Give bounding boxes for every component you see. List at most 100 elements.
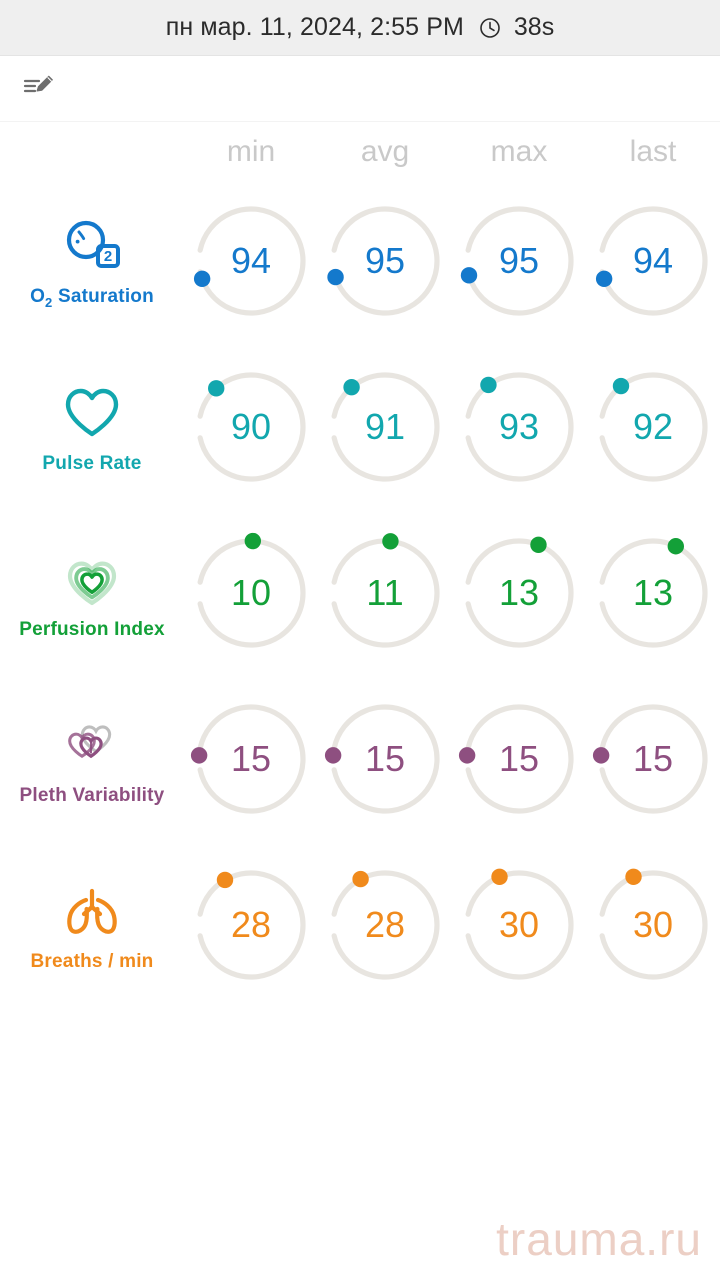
gauge-cell-avg[interactable]: 28 [318,862,452,988]
column-header-label: max [490,135,548,168]
gauge-value: 94 [230,240,272,281]
gauge-dial: 10 [188,530,314,656]
gauge-dial: 90 [188,364,314,490]
gauge-dial: 30 [590,862,716,988]
gauge-dial: 28 [188,862,314,988]
gauge-value: 30 [498,904,540,945]
gauge-cell-avg[interactable]: 15 [318,696,452,822]
gauge-dial: 15 [456,696,582,822]
column-header-max: max [452,135,586,169]
gauge-dial: 15 [590,696,716,822]
metric-label-perfusion-index[interactable]: Perfusion Index [0,518,184,668]
metric-name: Perfusion Index [19,619,165,640]
gauge-cell-min[interactable]: 94 [184,198,318,324]
gauge-cell-min[interactable]: 90 [184,364,318,490]
gauge-value: 95 [498,240,540,281]
gauge-value: 28 [364,904,406,945]
clock-icon [478,16,502,40]
metric-row: Breaths / min 28 28 30 30 [0,842,720,1008]
gauge-dial: 92 [590,364,716,490]
gauge-cell-max[interactable]: 95 [452,198,586,324]
gauge-value: 95 [364,240,406,281]
gauge-cell-min[interactable]: 15 [184,696,318,822]
heart-outline-icon [60,379,124,443]
gauge-cell-avg[interactable]: 11 [318,530,452,656]
gauge-value: 11 [366,572,404,613]
gauge-cell-last[interactable]: 15 [586,696,720,822]
gauge-value: 15 [632,738,674,779]
gauge-value: 13 [498,572,540,613]
oxygen-bubble-icon: 2 [60,212,124,276]
gauge-value: 28 [230,904,272,945]
toolbar [0,56,720,122]
metric-label-pulse-rate[interactable]: Pulse Rate [0,352,184,502]
gauge-dial: 28 [322,862,448,988]
gauge-cell-last[interactable]: 94 [586,198,720,324]
gauge-dial: 30 [456,862,582,988]
column-header-label: min [226,135,276,168]
gauge-value: 30 [632,904,674,945]
gauge-value: 90 [230,406,272,447]
metric-name: Pleth Variability [19,785,165,806]
metric-name: Pulse Rate [42,453,142,474]
lungs-icon [60,877,124,941]
metric-label-o2-saturation[interactable]: 2 O2 Saturation [0,186,184,336]
gauge-value: 15 [498,738,540,779]
gauge-dial: 94 [590,198,716,324]
metric-label-pleth-variability[interactable]: Pleth Variability [0,684,184,834]
edit-annotate-button[interactable] [16,68,62,110]
edit-annotate-icon [22,71,56,106]
gauge-dial: 13 [590,530,716,656]
metric-row: 2 O2 Saturation 94 95 95 94 [0,178,720,344]
gauge-dial: 95 [456,198,582,324]
gauge-cell-last[interactable]: 30 [586,862,720,988]
svg-text:2: 2 [104,248,112,265]
site-watermark: trauma.ru [496,1213,702,1265]
gauge-dial: 91 [322,364,448,490]
gauge-value: 92 [632,406,674,447]
gauge-cell-min[interactable]: 10 [184,530,318,656]
gauge-value: 94 [632,240,674,281]
metric-row: Perfusion Index 10 11 13 13 [0,510,720,676]
header-elapsed-seconds: 38s [513,13,555,41]
metric-name: O2 Saturation [30,286,154,310]
column-header-label: avg [360,135,410,168]
gauge-value: 15 [364,738,406,779]
column-header-row: min avg max last [0,126,720,178]
column-header-avg: avg [318,135,452,169]
gauge-cell-max[interactable]: 13 [452,530,586,656]
vitals-board: min avg max last 2 O2 Saturation 94 95 9… [0,122,720,1008]
gauge-value: 10 [230,572,272,613]
gauge-value: 91 [364,406,406,447]
column-header-label: last [629,135,677,168]
gauge-dial: 15 [188,696,314,822]
gauge-cell-min[interactable]: 28 [184,862,318,988]
gauge-dial: 93 [456,364,582,490]
column-header-last: last [586,135,720,169]
metric-row: Pulse Rate 90 91 93 92 [0,344,720,510]
gauge-cell-avg[interactable]: 95 [318,198,452,324]
gauge-cell-max[interactable]: 30 [452,862,586,988]
overlapping-hearts-icon [60,711,124,775]
gauge-cell-last[interactable]: 92 [586,364,720,490]
gauge-cell-max[interactable]: 15 [452,696,586,822]
column-header-min: min [184,135,318,169]
gauge-value: 93 [498,406,540,447]
gauge-dial: 13 [456,530,582,656]
header-datetime: пн мар. 11, 2024, 2:55 PM [165,13,464,41]
metric-name: Breaths / min [30,951,154,972]
nested-hearts-icon [60,545,124,609]
gauge-cell-last[interactable]: 13 [586,530,720,656]
gauge-value: 13 [632,572,674,613]
app-header: пн мар. 11, 2024, 2:55 PM 38s [0,0,720,56]
metric-row: Pleth Variability 15 15 15 15 [0,676,720,842]
gauge-value: 15 [230,738,272,779]
gauge-cell-max[interactable]: 93 [452,364,586,490]
gauge-cell-avg[interactable]: 91 [318,364,452,490]
gauge-dial: 95 [322,198,448,324]
metric-rows: 2 O2 Saturation 94 95 95 94 Pulse Rate 9… [0,178,720,1008]
gauge-dial: 94 [188,198,314,324]
gauge-dial: 11 [322,530,448,656]
metric-label-breaths-min[interactable]: Breaths / min [0,850,184,1000]
gauge-dial: 15 [322,696,448,822]
